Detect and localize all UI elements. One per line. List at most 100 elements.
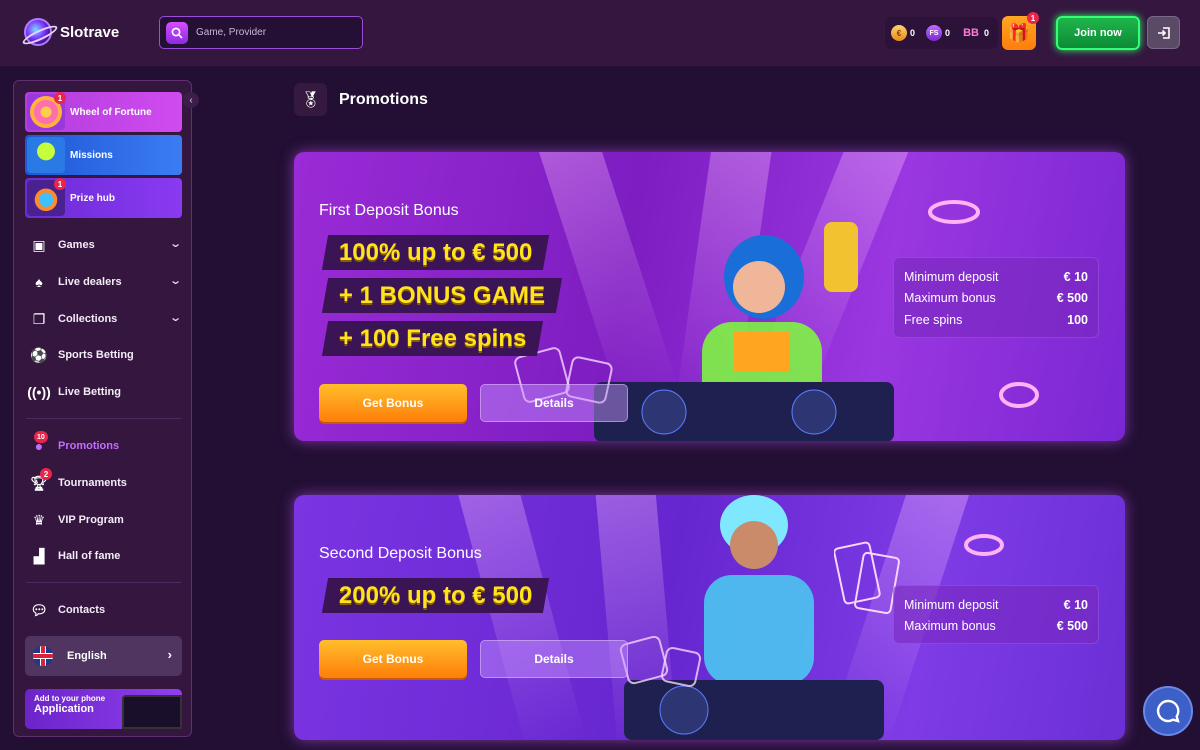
soccer-ball-icon: ⚽ [30, 346, 48, 363]
get-bonus-button[interactable]: Get Bonus [319, 640, 467, 678]
stat-row: Maximum bonus € 500 [904, 616, 1088, 638]
crown-icon: ♛ [32, 511, 46, 528]
offer-line: + 1 BONUS GAME [321, 278, 563, 313]
search-icon[interactable] [166, 21, 188, 44]
light-ray [455, 495, 586, 740]
second-deposit-bonus-banner: Second Deposit Bonus 200% up to € 500 Ge… [294, 495, 1125, 740]
wheel-of-fortune-label: Wheel of Fortune [70, 106, 152, 118]
broadcast-icon: ((•)) [27, 384, 51, 400]
logo[interactable]: Slotrave [24, 18, 119, 46]
bonus-stats-panel: Minimum deposit € 10 Maximum bonus € 500 F… [893, 257, 1099, 338]
language-label: English [67, 650, 107, 662]
stat-row: Minimum deposit € 10 [904, 266, 1088, 288]
stat-label: Maximum bonus [904, 291, 996, 306]
promotions-icon: ● 10 [30, 431, 48, 455]
tournaments-label: Tournaments [58, 477, 127, 489]
search-box[interactable] [159, 16, 363, 49]
free-spins-balance: 0 [945, 28, 951, 38]
medal-icon: 🏅︎ [294, 83, 327, 116]
wheel-of-fortune-card[interactable]: 1 Wheel of Fortune [25, 92, 182, 132]
app-download-banner[interactable]: Add to your phone Application [25, 689, 182, 729]
promotions-badge: 10 [34, 431, 48, 443]
chat-question-icon: 💬︎ [30, 601, 48, 618]
bonus-balance: 0 [984, 28, 990, 38]
chevron-down-icon[interactable]: ⌄ [169, 311, 182, 324]
sidebar-item-contacts[interactable]: 💬︎ Contacts [30, 598, 180, 622]
chip-icon [928, 200, 980, 224]
sidebar-item-tournaments[interactable]: 🏆︎ 2 Tournaments [30, 468, 180, 495]
phone-image [122, 695, 182, 729]
stat-value: € 10 [1063, 597, 1088, 612]
search-input[interactable] [196, 27, 356, 38]
divider [26, 582, 181, 583]
page-title: Promotions [339, 90, 428, 108]
sidebar-item-games[interactable]: ▣ Games ⌄ [30, 233, 182, 257]
gift-badge: 1 [1027, 12, 1039, 24]
stat-label: Minimum deposit [904, 269, 999, 284]
divider [26, 418, 181, 419]
missions-label: Missions [70, 149, 113, 161]
chip-icon [964, 534, 1004, 556]
sidebar-item-live-betting[interactable]: ((•)) Live Betting [27, 380, 180, 404]
stat-label: Free spins [904, 312, 963, 327]
contacts-label: Contacts [58, 604, 106, 616]
dice-illustration [619, 635, 702, 688]
bonus-stats-panel: Minimum deposit € 10 Maximum bonus € 500 [893, 585, 1099, 644]
stat-label: Maximum bonus [904, 619, 996, 634]
prize-hub-card[interactable]: 1 Prize hub [25, 178, 182, 218]
chat-bubble-icon [1156, 699, 1180, 723]
stat-row: Maximum bonus € 500 [904, 288, 1088, 310]
gift-button[interactable]: 🎁 1 [1002, 12, 1039, 50]
trophy-icon: 🏆︎ 2 [30, 468, 52, 492]
login-icon [1157, 26, 1170, 39]
sidebar-item-promotions[interactable]: ● 10 Promotions [30, 431, 180, 458]
tournaments-badge: 2 [40, 468, 52, 480]
podium-icon: ▟ [33, 547, 45, 564]
stat-value: € 500 [1056, 619, 1088, 634]
first-deposit-bonus-banner: First Deposit Bonus 100% up to € 500 + 1… [294, 152, 1125, 441]
collapse-sidebar-button[interactable]: ‹ [183, 92, 199, 108]
page-header: 🏅︎ Promotions [294, 83, 428, 116]
stat-label: Minimum deposit [904, 597, 999, 612]
wallet-balances[interactable]: € 0 FS 0 BB 0 [885, 17, 998, 49]
brand-name: Slotrave [60, 23, 120, 41]
cocktail-icon [27, 137, 65, 173]
vip-program-label: VIP Program [58, 514, 124, 526]
wheel-badge: 1 [54, 92, 66, 104]
missions-card[interactable]: Missions [25, 135, 182, 175]
sidebar-item-sports-betting[interactable]: ⚽ Sports Betting [30, 343, 180, 367]
promotions-label: Promotions [58, 440, 120, 452]
live-chat-button[interactable] [1143, 686, 1193, 736]
collections-label: Collections [58, 313, 118, 325]
details-button[interactable]: Details [480, 384, 628, 422]
prize-hub-badge: 1 [54, 178, 66, 190]
banner-title: Second Deposit Bonus [319, 545, 482, 562]
games-icon: ▣ [32, 236, 46, 253]
offer-text: + 100 Free spins [339, 324, 527, 352]
stat-value: 100 [1067, 312, 1088, 327]
top-bar: Slotrave € 0 FS 0 BB 0 🎁 1 Join now [0, 0, 1200, 66]
offer-text: + 1 BONUS GAME [339, 281, 546, 309]
live-dealers-icon: ♠ [35, 274, 43, 290]
language-selector[interactable]: English › [25, 636, 182, 676]
offer-line: 100% up to € 500 [321, 235, 550, 270]
login-button[interactable] [1147, 16, 1180, 49]
chevron-right-icon: › [167, 647, 172, 662]
sidebar-item-live-dealers[interactable]: ♠ Live dealers ⌄ [30, 270, 182, 294]
stat-row: Free spins 100 [904, 309, 1088, 331]
free-spins-icon: FS [926, 25, 943, 41]
uk-flag-icon [33, 646, 53, 666]
live-dealers-label: Live dealers [58, 276, 122, 288]
chevron-down-icon[interactable]: ⌄ [169, 237, 182, 250]
offer-text: 200% up to € 500 [339, 581, 533, 609]
sidebar-item-collections[interactable]: ❐ Collections ⌄ [30, 307, 182, 331]
live-betting-label: Live Betting [58, 386, 121, 398]
prize-hub-label: Prize hub [70, 192, 116, 204]
get-bonus-button[interactable]: Get Bonus [319, 384, 467, 422]
chevron-down-icon[interactable]: ⌄ [169, 274, 182, 287]
sidebar-item-vip-program[interactable]: ♛ VIP Program [30, 508, 180, 532]
sidebar-item-hall-of-fame[interactable]: ▟ Hall of fame [30, 544, 180, 568]
stat-row: Minimum deposit € 10 [904, 594, 1088, 616]
join-now-button[interactable]: Join now [1056, 16, 1140, 50]
details-button[interactable]: Details [480, 640, 628, 678]
